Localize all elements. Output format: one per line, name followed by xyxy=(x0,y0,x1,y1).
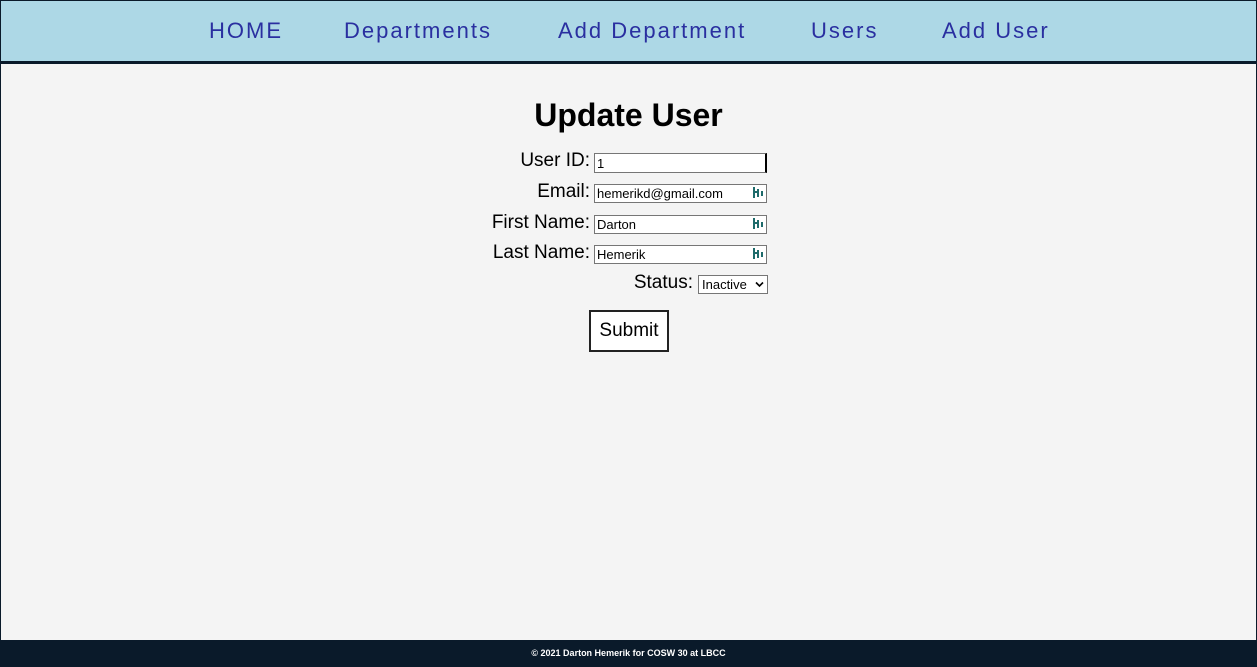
last-name-label: Last Name: xyxy=(492,242,590,263)
password-manager-icon[interactable] xyxy=(752,186,764,199)
email-field-wrap xyxy=(594,184,767,203)
status-label: Status: xyxy=(633,272,693,293)
last-name-input[interactable] xyxy=(594,245,767,264)
nav-departments-link[interactable]: Departments xyxy=(344,18,492,44)
password-manager-icon[interactable] xyxy=(752,217,764,230)
nav-users-link[interactable]: Users xyxy=(811,18,878,44)
chevron-down-icon xyxy=(755,281,764,288)
footer: © 2021 Darton Hemerik for COSW 30 at LBC… xyxy=(1,640,1256,666)
user-id-input[interactable] xyxy=(594,153,767,173)
status-selected-value: Inactive xyxy=(702,277,747,292)
top-navbar: HOME Departments Add Department Users Ad… xyxy=(1,1,1256,64)
first-name-field-wrap xyxy=(594,215,767,234)
first-name-input[interactable] xyxy=(594,215,767,234)
page: HOME Departments Add Department Users Ad… xyxy=(1,1,1256,666)
email-input[interactable] xyxy=(594,184,767,203)
first-name-label: First Name: xyxy=(491,212,590,233)
nav-add-user-link[interactable]: Add User xyxy=(942,18,1050,44)
footer-copyright: © 2021 Darton Hemerik for COSW 30 at LBC… xyxy=(531,648,726,658)
last-name-field-wrap xyxy=(594,245,767,264)
page-title: Update User xyxy=(534,97,723,133)
password-manager-icon[interactable] xyxy=(752,247,764,260)
status-select[interactable]: Inactive xyxy=(698,275,768,294)
email-label: Email: xyxy=(537,181,590,202)
nav-home-link[interactable]: HOME xyxy=(209,18,283,44)
nav-add-department-link[interactable]: Add Department xyxy=(558,18,746,44)
submit-button[interactable]: Submit xyxy=(589,310,669,352)
user-id-label: User ID: xyxy=(520,150,590,171)
